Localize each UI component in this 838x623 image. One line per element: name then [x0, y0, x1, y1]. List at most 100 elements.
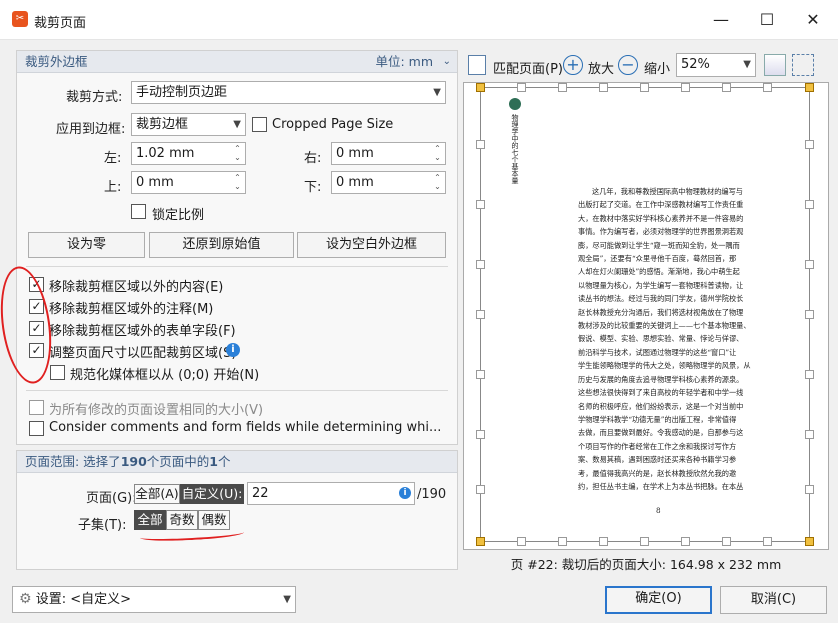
crop-handle-left[interactable] [476, 260, 485, 269]
crop-handle-bottom-right[interactable] [805, 537, 814, 546]
settings-select[interactable]: ⚙ 设置: <自定义> ▼ [12, 586, 296, 613]
crop-handle-left[interactable] [476, 485, 485, 494]
info-icon[interactable]: i [399, 487, 411, 499]
crop-handle-right[interactable] [805, 485, 814, 494]
crop-handle-top[interactable] [681, 83, 690, 92]
fit-page-button[interactable]: 匹配页面(P) [493, 58, 563, 77]
page-text-line: 人却在灯火阑珊处”的感悟。渐渐地，我心中萌生起 [578, 267, 740, 277]
spinner-arrows-icon[interactable]: ⌃ ⌄ [232, 173, 243, 191]
right-margin-value: 0 mm [336, 146, 374, 161]
range-header-suffix: 个 [218, 454, 231, 469]
chevron-down-icon[interactable]: ⌄ [443, 51, 451, 73]
crop-handle-left[interactable] [476, 200, 485, 209]
maximize-button[interactable]: ☐ [744, 4, 790, 36]
normalize-mediabox-checkbox[interactable] [50, 365, 65, 380]
crop-handle-bottom[interactable] [763, 537, 772, 546]
crop-handle-bottom[interactable] [517, 537, 526, 546]
settings-value: <自定义> [70, 592, 132, 607]
crop-handle-right[interactable] [805, 310, 814, 319]
minimize-button[interactable]: — [698, 4, 744, 36]
spinner-arrows-icon[interactable]: ⌃ ⌄ [232, 144, 243, 162]
zoom-in-button[interactable]: 放大 [588, 58, 614, 77]
range-header-prefix: 页面范围: 选择了 [25, 454, 121, 469]
crop-handle-right[interactable] [805, 430, 814, 439]
crop-handle-right[interactable] [805, 260, 814, 269]
crop-handle-left[interactable] [476, 370, 485, 379]
left-margin-input[interactable]: 1.02 mm ⌃ ⌄ [131, 142, 246, 165]
chevron-down-icon: ▼ [743, 59, 751, 70]
zoom-select[interactable]: 52% ▼ [676, 53, 756, 77]
subset-label: 子集(T): [78, 518, 127, 533]
crop-handle-bottom[interactable] [640, 537, 649, 546]
crop-handle-left[interactable] [476, 140, 485, 149]
right-margin-label: 右: [304, 151, 322, 166]
page-text-line: 个项目写作的作者经常在工作之余和我探讨写作方 [578, 441, 737, 451]
crop-handle-bottom[interactable] [722, 537, 731, 546]
apply-to-select[interactable]: 裁剪边框 ▼ [131, 113, 246, 136]
set-white-margins-button[interactable]: 设为空白外边框 [297, 232, 446, 258]
crop-handle-top-left[interactable] [476, 83, 485, 92]
crop-mode-select[interactable]: 手动控制页边距 ▼ [131, 81, 446, 104]
crop-handle-top[interactable] [517, 83, 526, 92]
lock-ratio-label: 锁定比例 [152, 208, 205, 223]
show-all-boxes-icon[interactable] [764, 54, 786, 76]
close-button[interactable]: ✕ [790, 4, 836, 36]
left-margin-label: 左: [104, 151, 122, 166]
subset-all-toggle[interactable]: 全部 [134, 510, 166, 530]
crop-handle-left[interactable] [476, 430, 485, 439]
crop-handle-top[interactable] [640, 83, 649, 92]
lock-ratio-checkbox[interactable] [131, 204, 146, 219]
remove-outside-form-fields-label: 移除裁剪框区域外的表单字段(F) [49, 324, 236, 339]
page-text-line: 教材涉及的比较重要的关键词上——七个基本物理量、 [578, 321, 751, 331]
set-zero-button[interactable]: 设为零 [28, 232, 145, 258]
pages-custom-toggle[interactable]: 自定义(U): [180, 484, 244, 504]
subset-even-toggle[interactable]: 偶数 [198, 510, 230, 530]
bottom-margin-input[interactable]: 0 mm ⌃ ⌄ [331, 171, 446, 194]
zoom-out-icon[interactable]: − [618, 55, 638, 75]
custom-pages-input[interactable]: 22 i [247, 482, 415, 505]
crop-handle-bottom[interactable] [681, 537, 690, 546]
resize-page-label: 调整页面尺寸以匹配裁剪区域(S) [49, 346, 237, 361]
crop-handle-bottom[interactable] [599, 537, 608, 546]
right-margin-input[interactable]: 0 mm ⌃ ⌄ [331, 142, 446, 165]
crop-handle-top[interactable] [599, 83, 608, 92]
consider-comments-checkbox[interactable] [29, 421, 44, 436]
pages-all-toggle[interactable]: 全部(A) [134, 484, 180, 504]
apply-to-label: 应用到边框: [56, 122, 126, 137]
info-icon[interactable]: i [226, 343, 240, 357]
crop-handle-bottom[interactable] [558, 537, 567, 546]
spinner-arrows-icon[interactable]: ⌃ ⌄ [432, 144, 443, 162]
crop-handle-right[interactable] [805, 200, 814, 209]
crop-handle-top[interactable] [722, 83, 731, 92]
chevron-down-icon: ▼ [283, 594, 291, 605]
cropped-page-size-checkbox[interactable] [252, 117, 267, 132]
page-range-header: 页面范围: 选择了190个页面中的1个 [17, 451, 457, 473]
crop-handle-right[interactable] [805, 370, 814, 379]
crop-handle-top[interactable] [558, 83, 567, 92]
page-range-panel: 页面范围: 选择了190个页面中的1个 [16, 450, 458, 570]
unit-selector[interactable]: 单位: mm [375, 51, 433, 73]
fit-page-icon[interactable] [468, 55, 486, 75]
chevron-down-icon: ▼ [233, 119, 241, 130]
same-size-checkbox[interactable] [29, 400, 44, 415]
subset-odd-toggle[interactable]: 奇数 [166, 510, 198, 530]
crop-handle-top[interactable] [763, 83, 772, 92]
divider [26, 266, 448, 267]
cropped-page-size-label: Cropped Page Size [272, 117, 394, 132]
ok-button[interactable]: 确定(O) [605, 586, 712, 614]
custom-pages-value: 22 [252, 486, 269, 501]
zoom-out-button[interactable]: 缩小 [644, 58, 670, 77]
revert-button[interactable]: 还原到原始值 [149, 232, 294, 258]
top-margin-input[interactable]: 0 mm ⌃ ⌄ [131, 171, 246, 194]
range-total-count: 190 [120, 454, 147, 469]
zoom-in-icon[interactable]: + [563, 55, 583, 75]
crop-handle-left[interactable] [476, 310, 485, 319]
crop-box-icon[interactable] [792, 54, 814, 76]
cancel-button[interactable]: 取消(C) [720, 586, 827, 614]
crop-handle-top-right[interactable] [805, 83, 814, 92]
crop-handle-bottom-left[interactable] [476, 537, 485, 546]
crop-handle-right[interactable] [805, 140, 814, 149]
range-selected-count: 1 [209, 454, 218, 469]
spinner-arrows-icon[interactable]: ⌃ ⌄ [432, 173, 443, 191]
consider-comments-label: Consider comments and form fields while … [49, 420, 442, 435]
